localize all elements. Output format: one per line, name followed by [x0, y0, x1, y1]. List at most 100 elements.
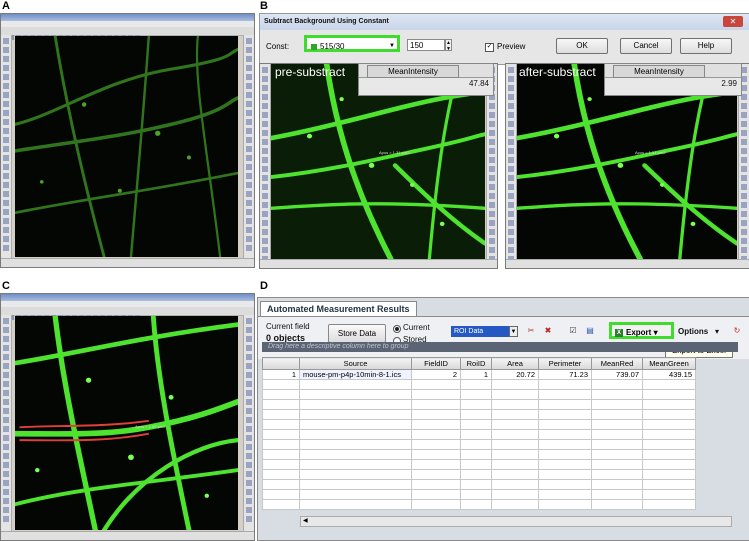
column-header-meangreen[interactable]: MeanGreen [642, 357, 696, 370]
cell-area[interactable]: 20.72 [491, 369, 539, 380]
fluorescence-image-dim [15, 36, 238, 257]
toolbar[interactable] [1, 27, 254, 40]
measurement-toolbar: Current field 0 objects Store Data Curre… [258, 316, 749, 359]
roi-data-select[interactable]: ROI Data [451, 326, 509, 337]
panel-label-d: D [260, 280, 268, 292]
cell-perimeter[interactable]: 71.23 [538, 369, 592, 380]
table-row[interactable] [262, 479, 696, 490]
table-row[interactable] [262, 399, 696, 410]
column-header-source[interactable]: Source [299, 357, 412, 370]
channel-swatch-icon [311, 43, 317, 50]
fluorescence-image-roi: Apos = 1.59 µm2 [15, 316, 238, 530]
area-annotation: Apos = 1.31 µm2 [379, 150, 410, 155]
help-button[interactable]: Help [680, 38, 732, 54]
table-row[interactable] [262, 469, 696, 480]
constant-number-input[interactable]: 150 [407, 39, 445, 51]
dialog-title: Subtract Background Using Constant [260, 14, 749, 30]
cell-meangreen[interactable]: 439.15 [642, 369, 696, 380]
options-button[interactable]: Options [678, 327, 708, 336]
mean-intensity-header[interactable]: MeanIntensity [367, 65, 459, 78]
panel-a-window [0, 13, 255, 268]
table-row[interactable] [262, 409, 696, 420]
radio-current[interactable] [393, 325, 401, 333]
left-toolbar[interactable] [1, 35, 12, 259]
const-label: Const: [266, 42, 290, 51]
column-header-perimeter[interactable]: Perimeter [538, 357, 592, 370]
panel-label-b: B [260, 0, 268, 12]
table-row[interactable] [262, 389, 696, 400]
column-header-area[interactable]: Area [491, 357, 539, 370]
area-annotation: Apos = 1.31 µm2 [635, 150, 666, 155]
left-toolbar[interactable] [1, 315, 12, 532]
scroll-left-icon[interactable]: ◀ [303, 517, 308, 524]
chart-icon[interactable]: ▤ [585, 326, 595, 336]
const-value: 515/30 [320, 42, 345, 51]
cell-source[interactable]: mouse-pm-p4p-10min-8-1.ics [299, 369, 412, 380]
status-bar [1, 531, 254, 540]
area-annotation: Apos = 1.59 µm2 [135, 424, 166, 429]
right-toolbar[interactable] [243, 35, 254, 259]
checklist-icon[interactable]: ☑ [568, 326, 578, 336]
delete-column-icon[interactable]: ✂ [526, 326, 536, 336]
table-row[interactable] [262, 439, 696, 450]
const-select[interactable]: 515/30 ▼ [304, 35, 400, 52]
table-row[interactable] [262, 429, 696, 440]
mean-intensity-value: 2.99 [721, 79, 737, 88]
mean-intensity-value: 47.84 [468, 79, 489, 88]
table-row[interactable]: 1 mouse-pm-p4p-10min-8-1.ics 2 1 20.72 7… [262, 369, 696, 380]
group-by-bar[interactable]: Drag here a descriptive column here to g… [262, 342, 738, 352]
excel-icon: X [615, 328, 623, 337]
table-row[interactable] [262, 459, 696, 470]
cell-meanred[interactable]: 739.07 [591, 369, 643, 380]
left-toolbar[interactable] [260, 64, 271, 268]
pre-label: pre-substract [275, 65, 346, 79]
export-button[interactable]: X Export ▾ [609, 322, 674, 339]
measurement-results-panel: Automated Measurement Results Current fi… [257, 297, 749, 541]
current-field-label: Current field [266, 322, 310, 331]
close-button[interactable]: ✕ [723, 16, 743, 27]
right-toolbar[interactable] [243, 315, 254, 532]
mean-intensity-header[interactable]: MeanIntensity [613, 65, 705, 78]
after-label: after-substract [519, 65, 596, 79]
store-data-button[interactable]: Store Data [328, 324, 386, 343]
delete-rows-icon[interactable]: ✖ [543, 326, 553, 336]
panel-c-window: Apos = 1.59 µm2 [0, 293, 255, 541]
options-dropdown-icon[interactable]: ▾ [715, 327, 719, 336]
left-toolbar[interactable] [506, 64, 517, 268]
results-table: Source FieldID RoiID Area Perimeter Mean… [262, 357, 696, 510]
refresh-icon[interactable]: ↻ [732, 326, 742, 336]
table-row[interactable] [262, 379, 696, 390]
column-header-roiid[interactable]: RoiID [460, 357, 492, 370]
column-header-fieldid[interactable]: FieldID [411, 357, 461, 370]
table-row[interactable] [262, 489, 696, 500]
cancel-button[interactable]: Cancel [620, 38, 672, 54]
after-intensity-table: MeanIntensity 2.99 [604, 63, 742, 96]
pre-intensity-table: MeanIntensity 47.84 [358, 63, 494, 96]
ok-button[interactable]: OK [556, 38, 608, 54]
table-row[interactable] [262, 419, 696, 430]
column-header-meanred[interactable]: MeanRed [591, 357, 643, 370]
chevron-down-icon: ▼ [389, 43, 395, 49]
toolbar[interactable] [1, 307, 254, 320]
chevron-down-icon[interactable]: ▼ [509, 326, 518, 337]
status-bar [260, 259, 497, 268]
panel-label-a: A [2, 0, 10, 12]
number-spinner[interactable]: ▲ ▼ [445, 39, 452, 52]
radio-current-label: Current [403, 323, 430, 332]
status-bar [1, 258, 254, 267]
table-row[interactable] [262, 499, 696, 510]
tab-automated-measurement[interactable]: Automated Measurement Results [260, 301, 417, 317]
row-number: 1 [262, 369, 300, 380]
cell-fieldid[interactable]: 2 [411, 369, 461, 380]
title-bar [1, 14, 254, 21]
status-bar [506, 259, 749, 268]
horizontal-scrollbar[interactable]: ◀ [300, 516, 732, 527]
preview-checkbox[interactable]: ✓ [485, 43, 494, 52]
subtract-background-dialog: Subtract Background Using Constant ✕ Con… [259, 13, 749, 65]
cell-roiid[interactable]: 1 [460, 369, 492, 380]
row-number-header [262, 357, 300, 370]
title-bar [1, 294, 254, 301]
table-header-row: Source FieldID RoiID Area Perimeter Mean… [262, 357, 696, 370]
export-label: Export [626, 328, 652, 337]
table-row[interactable] [262, 449, 696, 460]
